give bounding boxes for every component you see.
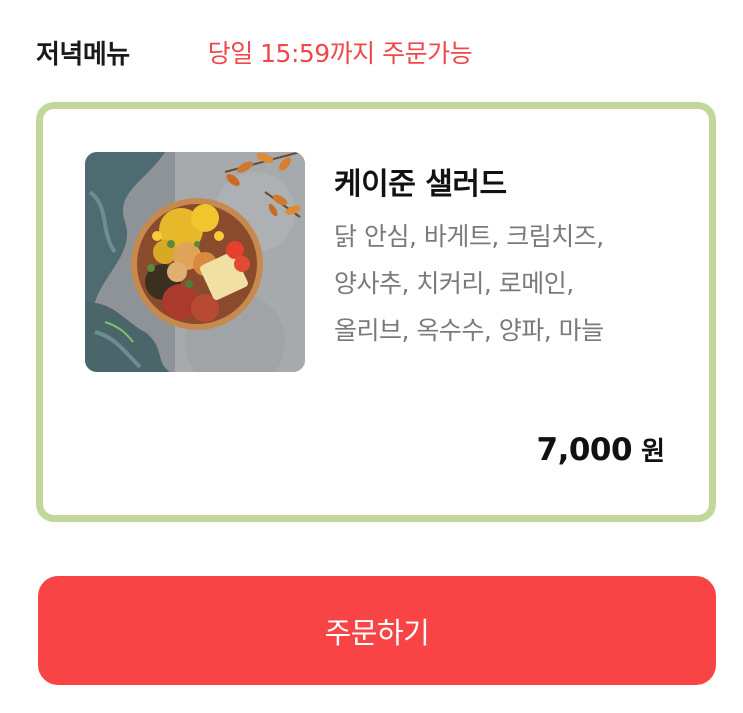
ingredient-line: 닭 안심, 바게트, 크림치즈, [334,222,604,251]
ingredient-line: 올리브, 옥수수, 양파, 마늘 [334,316,604,345]
menu-item-name: 케이준 샐러드 [334,167,507,202]
order-button[interactable]: 주문하기 [38,576,716,685]
ingredient-line: 양사추, 치커리, 로메인, [334,269,574,298]
menu-order-page: 저녁메뉴 당일 15:59까지 주문가능 케이준 샐러드 닭 안심, 바게트, … [0,0,743,713]
price-value: 7,000 [536,432,633,468]
menu-header: 저녁메뉴 당일 15:59까지 주문가능 [36,28,719,76]
menu-price: 7,000 원 [537,431,665,468]
menu-card[interactable]: 케이준 샐러드 닭 안심, 바게트, 크림치즈, 양사추, 치커리, 로메인, … [36,102,716,522]
price-currency: 원 [641,437,665,467]
section-title: 저녁메뉴 [36,39,130,70]
salad-bowl-icon [85,152,305,372]
menu-ingredients: 닭 안심, 바게트, 크림치즈, 양사추, 치커리, 로메인, 올리브, 옥수수… [334,213,674,354]
order-deadline-notice: 당일 15:59까지 주문가능 [207,39,473,68]
